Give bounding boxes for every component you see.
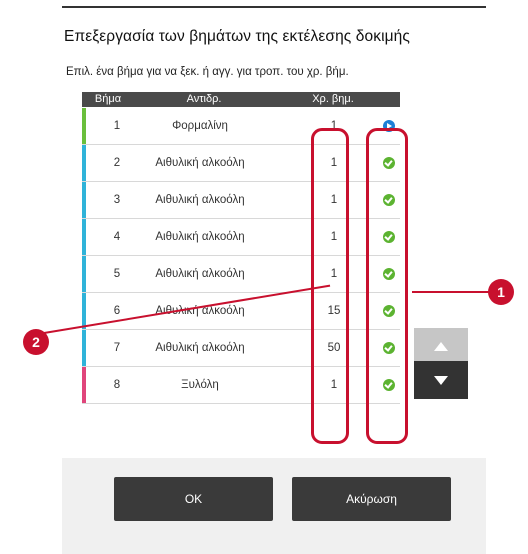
status-column-highlight: [366, 128, 408, 444]
step-number: 2: [113, 157, 121, 169]
callout-1-badge: 1: [488, 279, 514, 305]
table-row[interactable]: 3 Αιθυλική αλκοόλη 1: [82, 182, 400, 219]
scroll-down-button[interactable]: [414, 361, 468, 399]
reagent-name: Φορμαλίνη: [172, 120, 228, 132]
step-number: 5: [113, 268, 121, 280]
reagent-name: Αιθυλική αλκοόλη: [155, 194, 245, 206]
reagent-group-color-bar: [82, 108, 86, 144]
step-number: 8: [113, 379, 121, 391]
header-step: Βήμα: [94, 93, 122, 105]
table-row[interactable]: 4 Αιθυλική αλκοόλη 1: [82, 219, 400, 256]
step-number: 3: [113, 194, 121, 206]
reagent-group-color-bar: [82, 145, 86, 181]
callout-2-badge: 2: [23, 329, 49, 355]
table-row[interactable]: 8 Ξυλόλη 1: [82, 367, 400, 404]
reagent-name: Αιθυλική αλκοόλη: [155, 231, 245, 243]
steps-table: Βήμα Αντιδρ. Χρ. βημ. 1 Φορμαλίνη 1 2 Αιθυλι…: [82, 92, 400, 442]
header-step-time: Χρ. βημ.: [312, 93, 354, 105]
reagent-group-color-bar: [82, 256, 86, 292]
reagent-name: Αιθυλική αλκοόλη: [155, 342, 245, 354]
triangle-down-icon: [434, 376, 448, 385]
cancel-button[interactable]: Ακύρωση: [292, 477, 451, 521]
table-header: Βήμα Αντιδρ. Χρ. βημ.: [82, 92, 400, 107]
step-number: 4: [113, 231, 121, 243]
dialog-top-border: [62, 6, 486, 8]
dialog-instructions: Επιλ. ένα βήμα για να ξεκ. ή αγγ. για τρ…: [66, 66, 349, 78]
reagent-group-color-bar: [82, 293, 86, 329]
reagent-name: Αιθυλική αλκοόλη: [155, 268, 245, 280]
reagent-group-color-bar: [82, 182, 86, 218]
table-row[interactable]: 1 Φορμαλίνη 1: [82, 108, 400, 145]
reagent-group-color-bar: [82, 330, 86, 366]
table-row[interactable]: 7 Αιθυλική αλκοόλη 50: [82, 330, 400, 367]
table-row[interactable]: 2 Αιθυλική αλκοόλη 1: [82, 145, 400, 182]
triangle-up-icon: [434, 342, 448, 351]
reagent-name: Ξυλόλη: [181, 379, 219, 391]
reagent-group-color-bar: [82, 367, 86, 403]
dialog-title: Επεξεργασία των βημάτων της εκτέλεσης δο…: [64, 28, 410, 45]
ok-button[interactable]: OK: [114, 477, 273, 521]
callout-1-leader-line: [412, 291, 496, 293]
reagent-group-color-bar: [82, 219, 86, 255]
step-number: 7: [113, 342, 121, 354]
reagent-name: Αιθυλική αλκοόλη: [155, 157, 245, 169]
step-number: 1: [113, 120, 121, 132]
step-number: 6: [113, 305, 121, 317]
table-row[interactable]: 5 Αιθυλική αλκοόλη 1: [82, 256, 400, 293]
header-reagent: Αντιδρ.: [186, 93, 222, 105]
